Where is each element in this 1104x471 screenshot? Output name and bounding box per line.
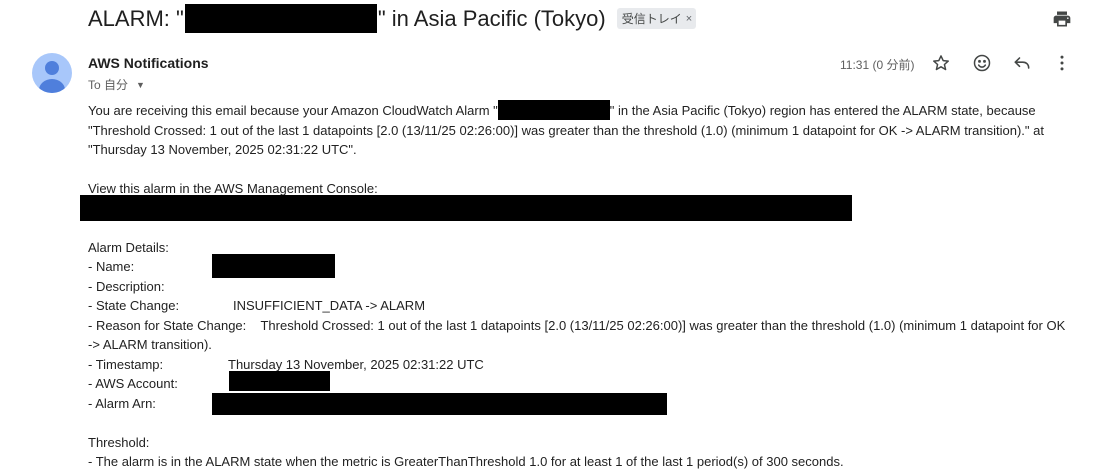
subject-suffix: " in Asia Pacific (Tokyo) bbox=[377, 5, 606, 31]
star-icon[interactable] bbox=[930, 52, 952, 74]
print-icon[interactable] bbox=[1052, 9, 1072, 29]
sender-name[interactable]: AWS Notifications bbox=[88, 55, 209, 71]
redacted-alarm-name-inline bbox=[497, 100, 610, 120]
threshold-heading: Threshold: bbox=[88, 434, 150, 450]
detail-state-change: - State Change: INSUFFICIENT_DATA -> ALA… bbox=[88, 296, 1078, 316]
recipient-details[interactable]: To 自分 ▼ bbox=[88, 76, 145, 93]
reason-value-continued: -> ALARM transition). bbox=[88, 337, 212, 352]
reason-label: - Reason for State Change: bbox=[88, 317, 247, 333]
chevron-down-icon[interactable]: ▼ bbox=[136, 80, 145, 90]
sender-avatar[interactable] bbox=[32, 53, 72, 93]
state-change-label: - State Change: bbox=[88, 298, 180, 313]
email-view: ALARM: " " in Asia Pacific (Tokyo) 受信トレイ… bbox=[0, 0, 1104, 471]
state-change-value: INSUFFICIENT_DATA -> ALARM bbox=[233, 298, 426, 313]
redacted-account-value bbox=[229, 371, 330, 391]
more-vert-icon[interactable] bbox=[1051, 52, 1073, 74]
redacted-console-link bbox=[80, 195, 852, 221]
reply-icon[interactable] bbox=[1011, 52, 1033, 74]
reason-value: Threshold Crossed: 1 out of the last 1 d… bbox=[260, 317, 1066, 333]
redacted-alarm-name bbox=[184, 4, 377, 33]
intro-text-start: You are receiving this email because you… bbox=[88, 103, 498, 118]
inbox-label-chip[interactable]: 受信トレイ × bbox=[616, 8, 697, 29]
name-label: - Name: bbox=[88, 259, 135, 274]
remove-label-icon[interactable]: × bbox=[686, 13, 692, 25]
message-time: 11:31 (0 分前) bbox=[840, 58, 915, 72]
redacted-name-value bbox=[212, 254, 335, 278]
intro-paragraph: You are receiving this email because you… bbox=[88, 100, 1078, 160]
recipient-text: To 自分 bbox=[88, 78, 129, 92]
detail-description: - Description: bbox=[88, 277, 1078, 297]
redacted-arn-value bbox=[212, 393, 667, 415]
threshold-text: - The alarm is in the ALARM state when t… bbox=[88, 454, 844, 469]
alarm-arn-label: - Alarm Arn: bbox=[88, 395, 156, 411]
subject-prefix: ALARM: " bbox=[88, 5, 184, 31]
email-subject: ALARM: " " in Asia Pacific (Tokyo) 受信トレイ… bbox=[88, 4, 697, 33]
detail-reason: - Reason for State Change: Threshold Cro… bbox=[88, 316, 1078, 355]
timestamp-label: - Timestamp: bbox=[88, 356, 164, 372]
email-body: You are receiving this email because you… bbox=[88, 100, 1078, 471]
aws-account-label: - AWS Account: bbox=[88, 376, 178, 391]
inbox-label-text: 受信トレイ bbox=[621, 12, 682, 26]
description-label: - Description: bbox=[88, 278, 165, 294]
emoji-icon[interactable] bbox=[971, 52, 993, 74]
